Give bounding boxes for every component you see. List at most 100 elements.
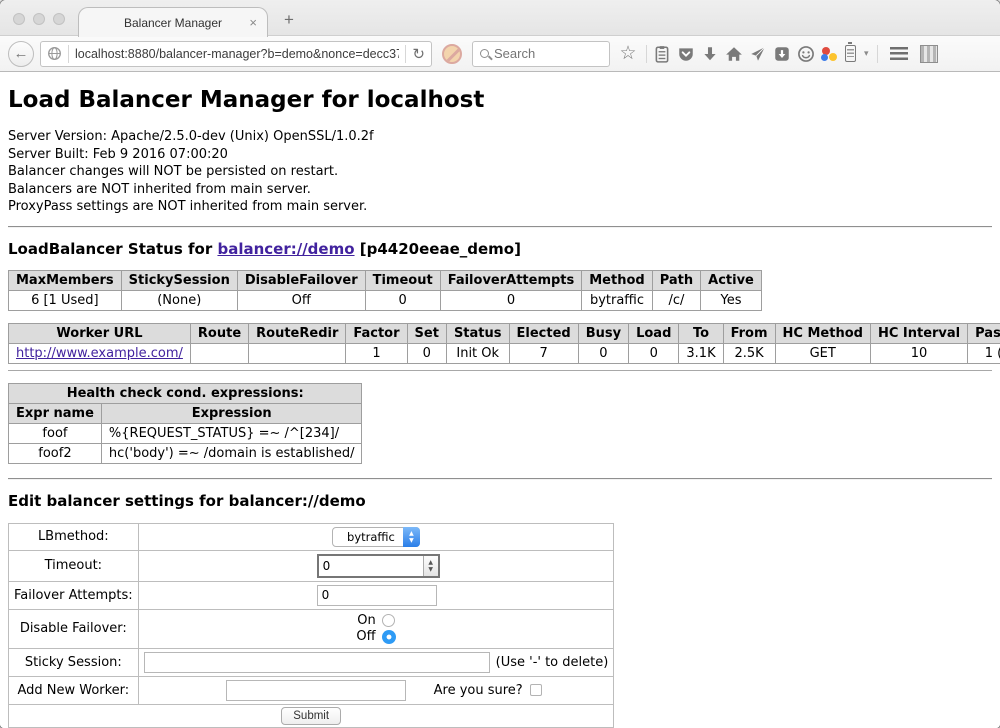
health-check-table: Health check cond. expressions: Expr nam… [8, 383, 362, 464]
inherit-note: Balancers are NOT inherited from main se… [8, 181, 992, 199]
table-header-row: Worker URL Route RouteRedir Factor Set S… [9, 323, 1000, 343]
status-heading-suffix: [p4420eeae_demo] [355, 240, 521, 258]
worker-table: Worker URL Route RouteRedir Factor Set S… [8, 323, 1000, 364]
are-you-sure-label: Are you sure? [434, 683, 523, 698]
col-expression: Expression [101, 403, 362, 423]
tab-balancer-manager[interactable]: Balancer Manager × [78, 7, 268, 37]
server-info: Server Version: Apache/2.5.0-dev (Unix) … [8, 128, 992, 216]
new-worker-input[interactable] [226, 680, 406, 701]
reload-icon[interactable]: ↻ [412, 45, 425, 63]
url-bar[interactable]: localhost:8880/balancer-manager?b=demo&n… [40, 41, 432, 67]
form-row-timeout: Timeout: ▲▼ [9, 550, 614, 581]
col-method: Method [582, 270, 652, 290]
tiles-extension-icon[interactable] [920, 45, 938, 63]
col-path: Path [652, 270, 700, 290]
back-arrow-icon: ← [14, 45, 29, 62]
tab-close-icon[interactable]: × [249, 15, 257, 30]
pocket-icon[interactable] [677, 45, 695, 63]
radio-on-label: On [357, 613, 375, 629]
page-title: Load Balancer Manager for localhost [8, 87, 992, 113]
add-worker-label: Add New Worker: [9, 676, 139, 704]
are-you-sure-checkbox[interactable] [530, 684, 542, 696]
divider [8, 226, 992, 228]
col-hc-method: HC Method [775, 323, 870, 343]
submit-button[interactable]: Submit [281, 707, 341, 725]
table-row: foof %{REQUEST_STATUS} =~ /^[234]/ [9, 423, 362, 443]
cell-expr-name: foof [9, 423, 102, 443]
cell-path: /c/ [652, 290, 700, 310]
menu-icon[interactable] [890, 47, 908, 60]
search-input[interactable] [494, 46, 602, 61]
form-row-disable-failover: Disable Failover: On Off [9, 609, 614, 648]
page-content: Load Balancer Manager for localhost Serv… [0, 72, 1000, 728]
adblock-icon[interactable] [442, 44, 462, 64]
sticky-session-input[interactable] [144, 652, 490, 673]
cell-set: 0 [407, 343, 446, 363]
zoom-window-button[interactable] [53, 13, 65, 25]
extension-colordots-icon[interactable] [821, 45, 839, 63]
form-row-lbmethod: LBmethod: bytraffic ▲▼ [9, 523, 614, 550]
failover-label: Failover Attempts: [9, 581, 139, 609]
save-to-device-icon[interactable] [773, 45, 791, 63]
divider [8, 478, 992, 480]
cell-stickysession: (None) [121, 290, 237, 310]
back-button[interactable]: ← [8, 41, 34, 67]
timeout-label: Timeout: [9, 550, 139, 581]
col-factor: Factor [346, 323, 407, 343]
cell-passes: 1 (0) [968, 343, 1000, 363]
urlbar-divider [68, 45, 69, 63]
failover-attempts-input[interactable] [317, 585, 437, 606]
cell-to: 3.1K [679, 343, 723, 363]
server-version: Server Version: Apache/2.5.0-dev (Unix) … [8, 128, 992, 146]
col-to: To [679, 323, 723, 343]
form-row-add-worker: Add New Worker: Are you sure? [9, 676, 614, 704]
sticky-label: Sticky Session: [9, 648, 139, 676]
select-stepper-icon: ▲▼ [403, 527, 420, 547]
col-expr-name: Expr name [9, 403, 102, 423]
search-icon [480, 49, 489, 58]
downloads-icon[interactable] [701, 45, 719, 63]
cell-elected: 7 [509, 343, 578, 363]
cell-maxmembers: 6 [1 Used] [9, 290, 122, 310]
url-text[interactable]: localhost:8880/balancer-manager?b=demo&n… [75, 47, 399, 61]
balancer-status-table: MaxMembers StickySession DisableFailover… [8, 270, 762, 311]
timeout-stepper[interactable]: ▲▼ [317, 554, 440, 578]
close-window-button[interactable] [13, 13, 25, 25]
radio-off-label: Off [356, 629, 375, 645]
cell-expr-name: foof2 [9, 443, 102, 463]
timeout-input[interactable] [319, 556, 423, 576]
worker-url-link[interactable]: http://www.example.com/ [16, 346, 183, 361]
number-spinner-icon[interactable]: ▲▼ [423, 556, 438, 576]
battery-extension-icon[interactable] [845, 45, 856, 62]
send-tab-icon[interactable] [749, 45, 767, 63]
col-timeout: Timeout [365, 270, 440, 290]
toolbar-divider [646, 45, 647, 63]
col-status: Status [446, 323, 509, 343]
reading-list-icon[interactable] [653, 45, 671, 63]
cell-from: 2.5K [723, 343, 775, 363]
table-title-row: Health check cond. expressions: [9, 383, 362, 403]
radio-on[interactable] [382, 614, 395, 627]
table-row: foof2 hc('body') =~ /domain is establish… [9, 443, 362, 463]
col-failoverattempts: FailoverAttempts [440, 270, 582, 290]
tab-title: Balancer Manager [124, 16, 222, 30]
home-icon[interactable] [725, 45, 743, 63]
new-tab-button[interactable]: + [284, 10, 294, 30]
window-controls[interactable] [13, 13, 65, 25]
edit-balancer-form: LBmethod: bytraffic ▲▼ Timeout: ▲▼ [8, 523, 614, 728]
lbmethod-select[interactable]: bytraffic ▲▼ [332, 527, 420, 547]
bookmark-star-icon[interactable]: ☆ [616, 42, 640, 65]
col-routeredir: RouteRedir [249, 323, 346, 343]
minimize-window-button[interactable] [33, 13, 45, 25]
col-stickysession: StickySession [121, 270, 237, 290]
table-header-row: MaxMembers StickySession DisableFailover… [9, 270, 762, 290]
feedback-smiley-icon[interactable] [797, 45, 815, 63]
col-active: Active [701, 270, 762, 290]
balancer-link[interactable]: balancer://demo [217, 240, 354, 258]
form-row-failover: Failover Attempts: [9, 581, 614, 609]
chevron-down-icon[interactable]: ▾ [864, 48, 869, 59]
radio-off[interactable] [382, 630, 396, 644]
search-bar[interactable] [472, 41, 610, 67]
cell-routeredir [249, 343, 346, 363]
cell-failoverattempts: 0 [440, 290, 582, 310]
